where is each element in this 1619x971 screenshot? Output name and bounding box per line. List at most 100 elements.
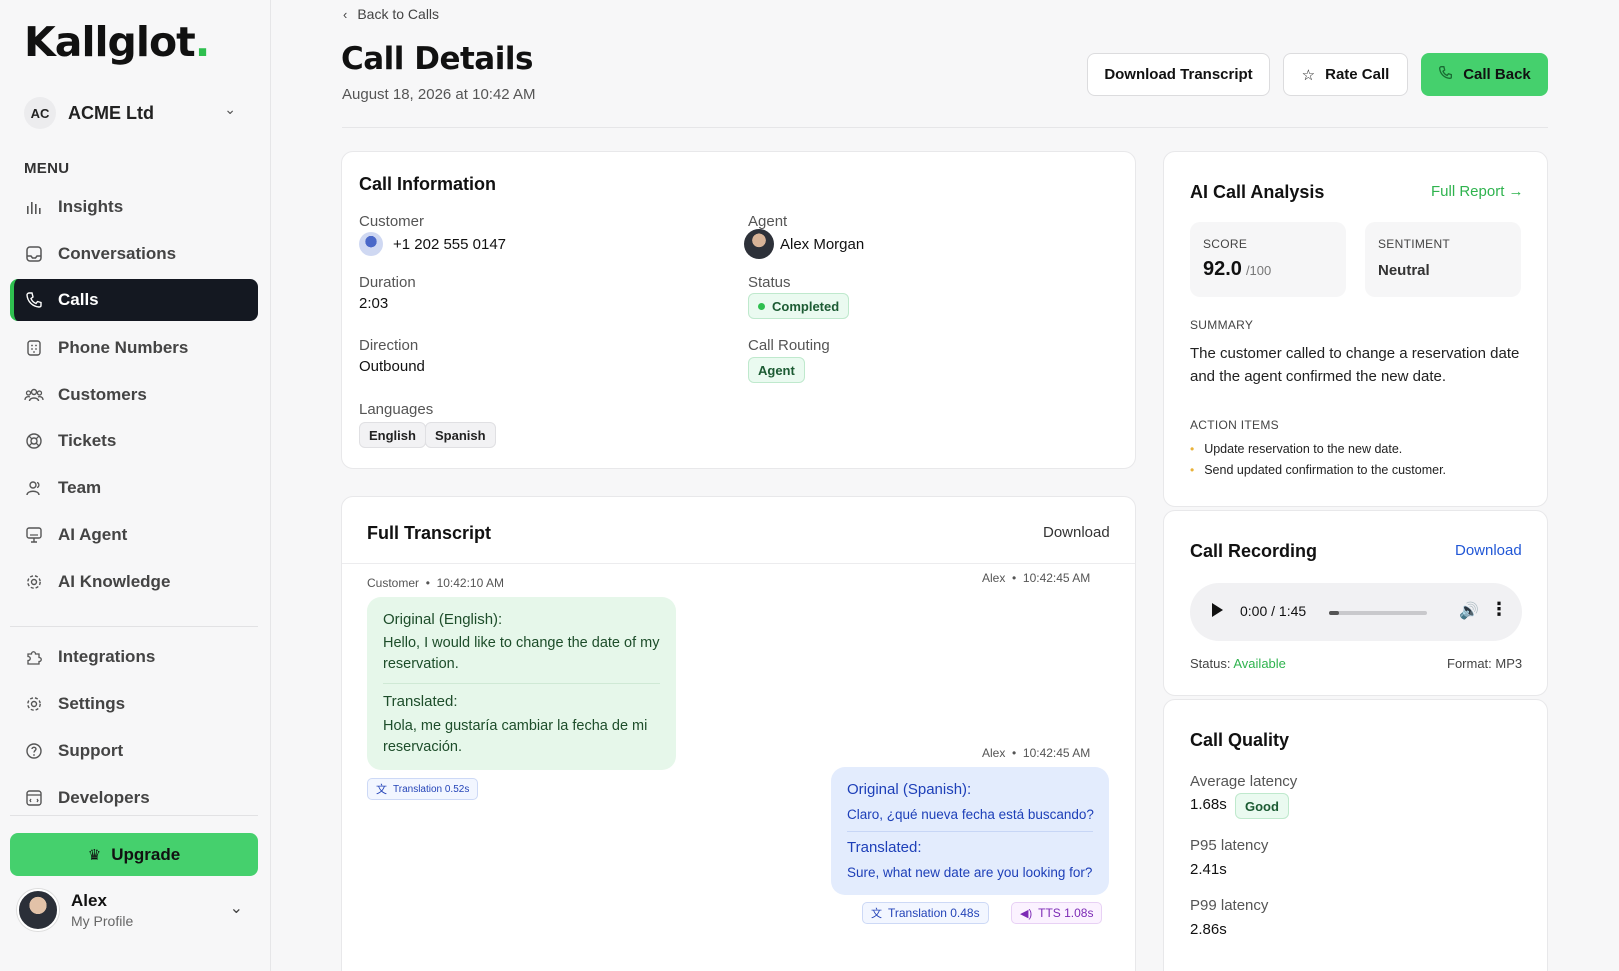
latency-quality-badge: Good: [1235, 793, 1289, 819]
action-items-list: Update reservation to the new date. Send…: [1190, 438, 1446, 480]
p95-latency-value: 2.41s: [1190, 861, 1227, 878]
more-options-icon[interactable]: ⋮: [1490, 599, 1508, 620]
phone-icon: [1438, 65, 1453, 84]
original-label: Original (English):: [383, 611, 503, 628]
card-title: AI Call Analysis: [1190, 182, 1325, 202]
sidebar-item-team[interactable]: Team: [10, 467, 258, 509]
sentiment-value: Neutral: [1378, 262, 1430, 279]
call-information-card: Call Information Customer +1 202 555 014…: [341, 151, 1136, 469]
seek-bar[interactable]: [1329, 611, 1427, 615]
play-icon[interactable]: [1212, 603, 1223, 617]
action-item: Update reservation to the new date.: [1190, 438, 1446, 459]
card-title: Call Information: [359, 174, 497, 194]
upgrade-label: Upgrade: [111, 844, 181, 864]
customer-label: Customer: [359, 213, 425, 230]
profile-menu[interactable]: Alex My Profile ⌄: [17, 886, 257, 934]
status-value: Available: [1233, 656, 1286, 671]
upgrade-button[interactable]: ♛ Upgrade: [10, 833, 258, 876]
sidebar-divider: [10, 626, 258, 627]
gear-icon: [24, 572, 44, 592]
agent-avatar: [744, 229, 774, 259]
profile-name: Alex: [71, 891, 107, 910]
translate-icon: 文: [376, 784, 387, 796]
call-quality-card: Call Quality Average latency 1.68s Good …: [1163, 699, 1548, 971]
customer-avatar-icon: [359, 232, 383, 256]
agent-label: Agent: [748, 213, 788, 230]
latency-value: 1.68s: [1190, 796, 1227, 813]
tag-text: Translation 0.48s: [888, 906, 980, 920]
message-time: 10:42:45 AM: [1022, 571, 1091, 585]
back-link[interactable]: ‹ Back to Calls: [343, 6, 439, 22]
p99-latency-value: 2.86s: [1190, 921, 1227, 938]
translation-latency-tag: 文 Translation 0.52s: [367, 778, 479, 800]
help-icon: [24, 741, 44, 761]
message-meta: Customer • 10:42:10 AM: [367, 576, 504, 590]
bar-chart-icon: [24, 197, 44, 217]
translated-text: Hola, me gustaría cambiar la fecha de mi…: [383, 718, 648, 755]
sidebar-item-integrations[interactable]: Integrations: [10, 636, 258, 678]
sidebar-item-label: AI Agent: [58, 525, 128, 544]
meta-separator: •: [1012, 571, 1017, 585]
recording-download-link[interactable]: Download: [1455, 542, 1522, 559]
sidebar-item-ai-knowledge[interactable]: AI Knowledge: [10, 561, 258, 603]
chevron-down-icon: ⌄: [229, 900, 243, 917]
sentiment-box: SENTIMENT Neutral: [1365, 222, 1521, 297]
meta-separator: •: [425, 576, 430, 590]
sidebar-item-settings[interactable]: Settings: [10, 683, 258, 725]
action-item: Send updated confirmation to the custome…: [1190, 459, 1446, 480]
sidebar-item-label: AI Knowledge: [58, 572, 171, 591]
sidebar-item-customers[interactable]: Customers: [10, 374, 258, 416]
score-unit: /100: [1245, 263, 1272, 278]
crown-icon: ♛: [87, 846, 102, 864]
message-meta: Alex • 10:42:45 AM: [982, 746, 1090, 760]
rate-call-button[interactable]: ☆ Rate Call: [1283, 53, 1408, 96]
languages-label: Languages: [359, 401, 434, 418]
full-report-link[interactable]: Full Report →: [1431, 183, 1524, 200]
org-name: ACME Ltd: [68, 102, 154, 123]
ticket-icon: [24, 431, 44, 451]
sidebar: Kallglot. AC ACME Ltd ⌄ MENU Insights Co…: [0, 0, 271, 971]
app-logo[interactable]: Kallglot.: [24, 18, 210, 66]
card-title: Call Recording: [1190, 541, 1318, 561]
button-label: Call Back: [1463, 66, 1531, 83]
status-text: Completed: [772, 298, 840, 314]
score-value: 92.0/100: [1203, 258, 1271, 281]
sidebar-item-conversations[interactable]: Conversations: [10, 233, 258, 275]
sidebar-item-support[interactable]: Support: [10, 730, 258, 772]
sidebar-item-calls[interactable]: Calls: [10, 279, 258, 321]
action-items-label: ACTION ITEMS: [1190, 418, 1279, 432]
sidebar-item-tickets[interactable]: Tickets: [10, 420, 258, 462]
customer-value[interactable]: +1 202 555 0147: [359, 232, 506, 256]
sidebar-item-developers[interactable]: Developers: [10, 777, 258, 819]
sidebar-divider: [10, 815, 258, 816]
org-switcher[interactable]: AC ACME Ltd ⌄: [24, 95, 248, 131]
bubble-divider: [383, 683, 660, 684]
call-recording-card: Call Recording Download 0:00 / 1:45 🔊 ⋮ …: [1163, 510, 1548, 696]
call-back-button[interactable]: Call Back: [1421, 53, 1548, 96]
sidebar-item-phone-numbers[interactable]: Phone Numbers: [10, 327, 258, 369]
chevron-down-icon: ⌄: [224, 101, 236, 117]
speaker-name: Alex: [982, 571, 1006, 585]
message-time: 10:42:10 AM: [436, 576, 504, 590]
routing-label: Call Routing: [748, 337, 830, 354]
bubble-divider: [847, 831, 1093, 832]
button-label: Download Transcript: [1104, 66, 1253, 83]
recording-status: Status: Available: [1190, 656, 1286, 671]
download-transcript-button[interactable]: Download Transcript: [1087, 53, 1270, 96]
transcript-download-link[interactable]: Download: [1043, 524, 1110, 541]
star-icon: ☆: [1301, 66, 1316, 84]
routing-badge: Agent: [748, 357, 805, 383]
menu-title: MENU: [24, 160, 70, 177]
volume-icon[interactable]: 🔊: [1459, 601, 1479, 621]
recording-format: Format: MP3: [1447, 656, 1523, 671]
speaker-icon: ◀): [1020, 907, 1033, 920]
agent-value[interactable]: Alex Morgan: [744, 229, 864, 259]
puzzle-icon: [24, 647, 44, 667]
back-label: Back to Calls: [357, 6, 440, 22]
team-icon: [24, 478, 44, 498]
page-title: Call Details: [341, 41, 533, 77]
message-bubble-agent: Original (Spanish): Claro, ¿qué nueva fe…: [831, 767, 1109, 895]
sidebar-item-ai-agent[interactable]: AI Agent: [10, 514, 258, 556]
code-icon: [24, 788, 44, 808]
sidebar-item-insights[interactable]: Insights: [10, 186, 258, 228]
